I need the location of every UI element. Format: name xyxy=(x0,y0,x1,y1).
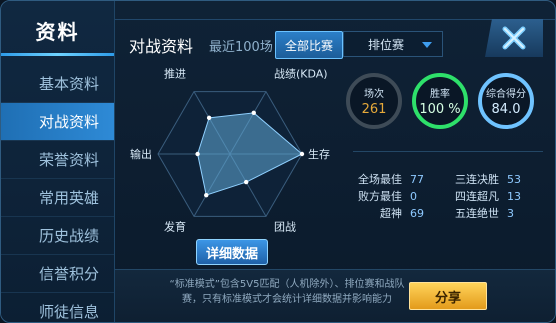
radar-axis-label: 团战 xyxy=(274,220,296,233)
radar-point xyxy=(251,110,256,116)
close-x-icon xyxy=(502,26,526,50)
sidebar-title-underline xyxy=(1,53,114,56)
radar-point xyxy=(204,192,209,198)
score-label: 综合得分 xyxy=(486,89,526,100)
radar-point xyxy=(244,179,249,185)
sidebar-item-label: 基本资料 xyxy=(39,75,100,93)
record-value: 3 xyxy=(507,207,514,220)
all-matches-button[interactable]: 全部比赛 xyxy=(275,31,343,59)
sidebar-item-common-heroes[interactable]: 常用英雄 xyxy=(1,179,114,217)
radar-axis-label: 输出 xyxy=(130,147,152,161)
sidebar-title: 资料 xyxy=(35,19,80,44)
sidebar-item-label: 信誉积分 xyxy=(39,265,100,283)
detail-data-button[interactable]: 详细数据 xyxy=(196,239,268,265)
sidebar-item-credit-score[interactable]: 信誉积分 xyxy=(1,255,114,293)
mode-notice: “标准模式”包含5V5匹配（人机除外）、排位赛和战队赛，只有标准模式才会统计详细… xyxy=(169,279,405,305)
sidebar-item-battle-info[interactable]: 对战资料 xyxy=(1,103,114,141)
record-value: 69 xyxy=(410,207,424,220)
stats-window: 资料 基本资料 对战资料 荣誉资料 常用英雄 历史战绩 信誉积分 师徒信息 对战… xyxy=(0,0,556,323)
record-value: 53 xyxy=(507,173,521,186)
radar-axis-label: 生存 xyxy=(308,147,330,161)
win-rate-label: 胜率 xyxy=(430,89,450,100)
sidebar-item-label: 荣誉资料 xyxy=(39,151,100,169)
close-button[interactable] xyxy=(485,19,543,57)
sidebar-item-label: 历史战绩 xyxy=(39,227,100,245)
sidebar-item-label: 对战资料 xyxy=(39,113,100,131)
range-label: 最近100场 xyxy=(209,40,273,55)
record-value: 13 xyxy=(507,190,521,203)
win-rate-circle: 胜率 100 % xyxy=(412,73,468,129)
games-value: 261 xyxy=(361,102,387,117)
sidebar-item-label: 师徒信息 xyxy=(39,303,100,321)
sidebar: 资料 基本资料 对战资料 荣誉资料 常用英雄 历史战绩 信誉积分 师徒信息 xyxy=(1,1,115,322)
page-title: 对战资料 xyxy=(129,37,194,56)
share-button[interactable]: 分享 xyxy=(409,282,487,310)
record-label: 五连绝世 xyxy=(455,207,499,220)
games-label: 场次 xyxy=(364,89,384,100)
stat-circles: 场次 261 胜率 100 % 综合得分 84.0 xyxy=(344,73,542,155)
radar-axis-label: 发育 xyxy=(164,219,186,233)
score-circle: 综合得分 84.0 xyxy=(478,73,534,129)
record-penta-kill: 五连绝世 3 xyxy=(455,205,514,221)
radar-point xyxy=(299,151,305,157)
record-quadra-kill: 四连超凡 13 xyxy=(455,188,521,204)
record-label: 四连超凡 xyxy=(455,190,499,203)
record-value: 0 xyxy=(410,190,417,203)
radar-point xyxy=(206,115,212,121)
sidebar-item-mentor-info[interactable]: 师徒信息 xyxy=(1,293,114,322)
record-label: 全场最佳 xyxy=(358,173,402,186)
mode-select[interactable]: 排位赛 xyxy=(343,31,443,57)
top-strip xyxy=(115,1,555,20)
sidebar-item-honor-info[interactable]: 荣誉资料 xyxy=(1,141,114,179)
record-value: 77 xyxy=(410,173,424,186)
mode-select-value: 排位赛 xyxy=(368,37,405,52)
stats-divider xyxy=(353,151,543,152)
radar-axis-label: 推进 xyxy=(164,67,186,81)
radar-point xyxy=(195,151,200,157)
sidebar-item-history[interactable]: 历史战绩 xyxy=(1,217,114,255)
chevron-down-icon xyxy=(422,42,432,48)
sidebar-item-basic-info[interactable]: 基本资料 xyxy=(1,65,114,103)
score-value: 84.0 xyxy=(491,102,521,117)
record-label: 败方最佳 xyxy=(358,190,402,203)
record-label: 三连决胜 xyxy=(455,173,499,186)
record-best-losing: 败方最佳 0 xyxy=(358,188,417,204)
win-rate-value: 100 % xyxy=(419,102,461,117)
radar-axis-label: 战绩(KDA) xyxy=(274,68,328,81)
record-triple-kill: 三连决胜 53 xyxy=(455,171,521,187)
games-circle: 场次 261 xyxy=(346,73,402,129)
record-best-overall: 全场最佳 77 xyxy=(358,171,424,187)
record-label: 超神 xyxy=(380,207,402,220)
sidebar-item-label: 常用英雄 xyxy=(39,189,100,207)
record-legendary: 超神 69 xyxy=(380,205,424,221)
